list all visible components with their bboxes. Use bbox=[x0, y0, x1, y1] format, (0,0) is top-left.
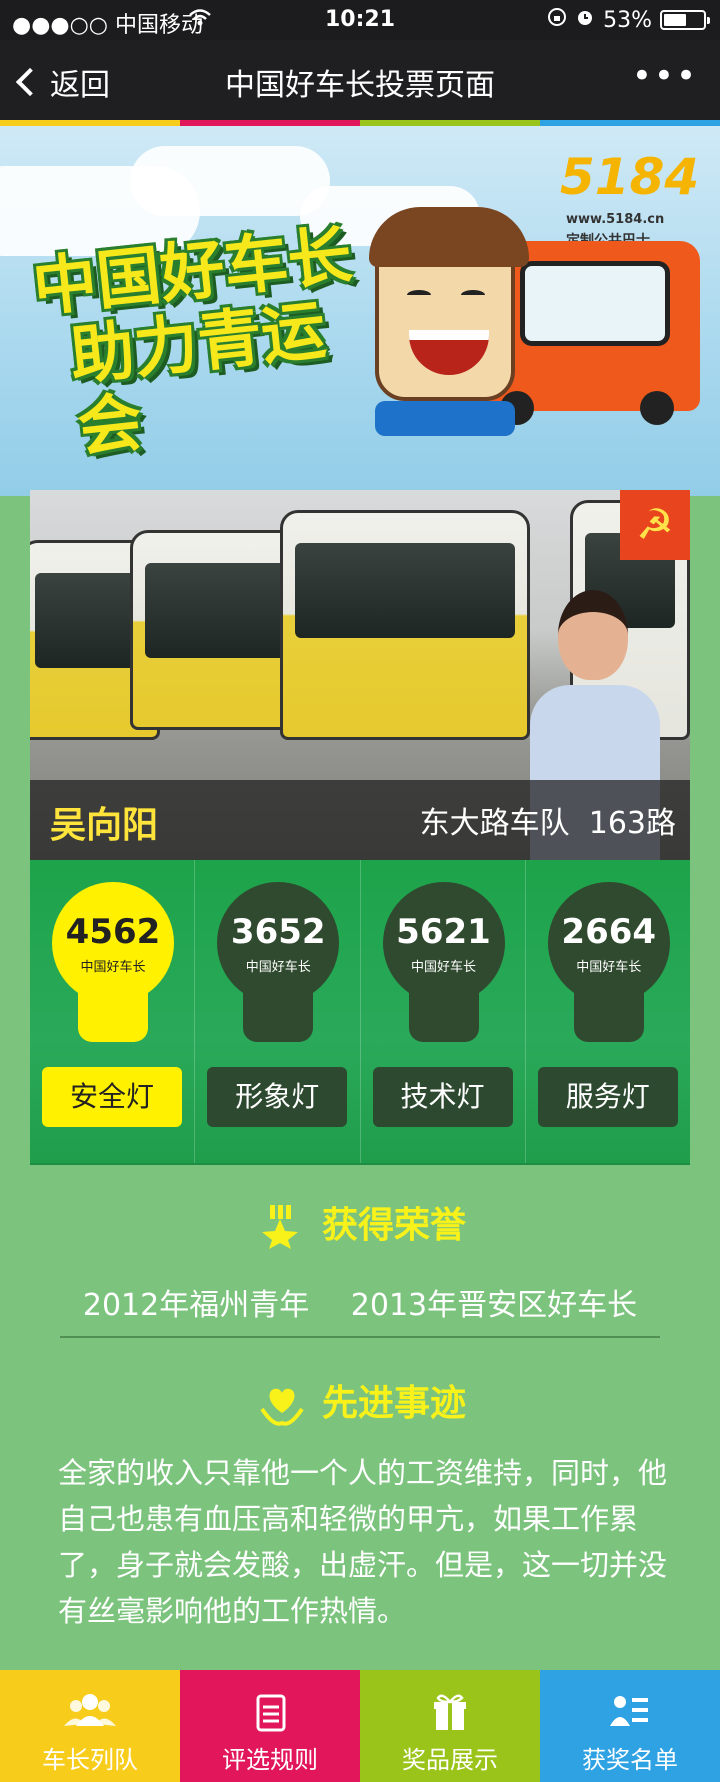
brand-logo: 5184 bbox=[560, 148, 700, 206]
vote-count: 4562 bbox=[65, 912, 161, 952]
bulb-icon: 2664 中国好车长 bbox=[547, 882, 670, 1044]
vote-count: 2664 bbox=[561, 912, 657, 952]
bulb-icon: 3652 中国好车长 bbox=[217, 882, 340, 1044]
vote-count-caption: 中国好车长 bbox=[80, 960, 146, 975]
vote-count: 3652 bbox=[230, 912, 326, 952]
rotation-lock-icon bbox=[547, 7, 567, 33]
vote-count: 5621 bbox=[396, 912, 491, 952]
light-image: 3652 中国好车长 形象灯 bbox=[195, 860, 361, 1163]
tab-rules[interactable]: 评选规则 bbox=[180, 1670, 360, 1782]
light-safety: 4562 中国好车长 安全灯 bbox=[30, 860, 196, 1163]
vote-image-button[interactable]: 形象灯 bbox=[207, 1067, 348, 1127]
team-name: 东大路车队 bbox=[419, 806, 570, 841]
candidate-photo: ☭ 吴向阳 东大路车队 163路 bbox=[30, 490, 690, 860]
divider bbox=[60, 1336, 660, 1338]
bulb-icon: 5621 中国好车长 bbox=[382, 882, 505, 1044]
vote-safety-button[interactable]: 安全灯 bbox=[42, 1067, 182, 1127]
bulb-icon: 4562 中国好车长 bbox=[52, 882, 174, 1044]
honor-item: 2012年福州青年 bbox=[82, 1288, 310, 1323]
deeds-text: 全家的收入只靠他一个人的工资维持，同时，他自己也患有血压高和轻微的甲亢，如果工作… bbox=[58, 1456, 668, 1628]
vote-count-caption: 中国好车长 bbox=[576, 960, 642, 975]
route-name: 163路 bbox=[588, 806, 676, 841]
light-service: 2664 中国好车长 服务灯 bbox=[526, 860, 690, 1163]
light-skill: 5621 中国好车长 技术灯 bbox=[361, 860, 526, 1163]
honor-item: 2013年晋安区好车长 bbox=[350, 1288, 638, 1323]
tab-label: 车长列队 bbox=[42, 1746, 138, 1774]
honors-title: 获得荣誉 bbox=[321, 1205, 466, 1246]
candidate-card: ☭ 吴向阳 东大路车队 163路 4562 中国好车长 安全灯 3652 中国好… bbox=[30, 490, 690, 1165]
alarm-icon bbox=[575, 7, 595, 33]
gift-icon bbox=[360, 1692, 540, 1732]
list-user-icon bbox=[540, 1692, 720, 1732]
party-badge-icon: ☭ bbox=[620, 490, 690, 560]
more-menu-button[interactable]: ••• bbox=[632, 56, 698, 96]
campaign-slogan: 中国好车长 助力青运会 bbox=[29, 219, 371, 468]
vote-count-caption: 中国好车长 bbox=[245, 960, 311, 975]
candidate-team: 东大路车队 163路 bbox=[420, 798, 676, 842]
battery-icon bbox=[660, 10, 710, 30]
status-bar: ●●●○○ 中国移动 10:21 53% bbox=[0, 0, 720, 40]
honors-heading: 获得荣誉 bbox=[0, 1196, 720, 1249]
medal-star-icon bbox=[254, 1205, 310, 1249]
brand-url: www.5184.cn bbox=[566, 212, 665, 227]
candidate-info-bar: 吴向阳 东大路车队 163路 bbox=[30, 780, 690, 860]
tab-label: 评选规则 bbox=[222, 1746, 318, 1774]
heart-hands-icon bbox=[254, 1383, 310, 1427]
honors-list: 2012年福州青年 2013年晋安区好车长 bbox=[0, 1280, 720, 1324]
vote-skill-button[interactable]: 技术灯 bbox=[372, 1067, 513, 1127]
users-icon bbox=[0, 1692, 180, 1732]
tab-prizes[interactable]: 奖品展示 bbox=[360, 1670, 540, 1782]
deeds-title: 先进事迹 bbox=[321, 1383, 466, 1424]
campaign-banner: 中国好车长 助力青运会 5184 www.5184.cn 定制公共巴士 bbox=[0, 126, 720, 496]
page-title: 中国好车长投票页面 bbox=[225, 68, 495, 103]
bottom-tab-bar: 车长列队 评选规则 奖品展示 获奖名单 bbox=[0, 1670, 720, 1782]
tab-driver-list[interactable]: 车长列队 bbox=[0, 1670, 180, 1782]
vote-lights-panel: 4562 中国好车长 安全灯 3652 中国好车长 形象灯 5621 中国好车长… bbox=[30, 860, 690, 1165]
vote-service-button[interactable]: 服务灯 bbox=[537, 1067, 678, 1127]
tab-label: 奖品展示 bbox=[402, 1746, 498, 1774]
tab-label: 获奖名单 bbox=[582, 1746, 678, 1774]
tab-winners[interactable]: 获奖名单 bbox=[540, 1670, 720, 1782]
candidate-name: 吴向阳 bbox=[50, 805, 159, 846]
battery-percent: 53% bbox=[603, 7, 652, 33]
notepad-icon bbox=[180, 1692, 360, 1732]
deeds-heading: 先进事迹 bbox=[0, 1374, 720, 1427]
nav-bar: 返回 中国好车长投票页面 ••• bbox=[0, 40, 720, 120]
vote-count-caption: 中国好车长 bbox=[410, 960, 476, 975]
slogan-line-2: 助力青运会 bbox=[66, 294, 330, 466]
mascot-illustration bbox=[369, 207, 529, 401]
